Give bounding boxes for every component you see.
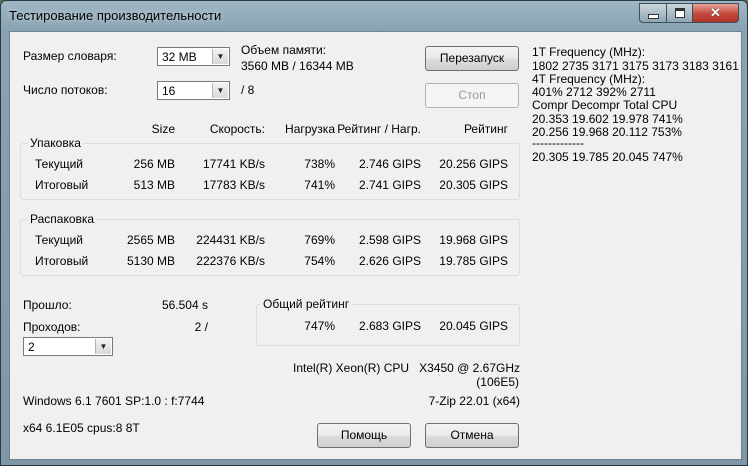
chevron-down-icon: ▼ — [95, 339, 111, 354]
rating-load-cell: 2.746 GIPS — [358, 157, 421, 171]
total-load: 747% — [304, 319, 335, 333]
speed-cell: 17783 KB/s — [202, 178, 265, 192]
rating-cell: 19.968 GIPS — [439, 233, 508, 247]
threads-select[interactable]: 16 ▼ — [157, 81, 230, 100]
dict-size-select[interactable]: 32 MB ▼ — [157, 47, 230, 66]
speed-cell: 222376 KB/s — [196, 254, 265, 268]
system-info: x64 6.1E05 cpus:8 8T — [23, 421, 140, 435]
row-label: Итоговый — [35, 178, 89, 192]
row-label: Текущий — [35, 157, 83, 171]
rating-load-cell: 2.598 GIPS — [358, 233, 421, 247]
threads-suffix: / 8 — [241, 83, 255, 97]
passes-label: Проходов: — [23, 320, 81, 334]
dict-size-value: 32 MB — [162, 50, 197, 64]
size-cell: 2565 MB — [126, 233, 175, 247]
rating-load-cell: 2.626 GIPS — [358, 254, 421, 268]
rating-cell: 20.256 GIPS — [439, 157, 508, 171]
maximize-button[interactable] — [666, 3, 693, 23]
threads-label: Число потоков: — [23, 83, 108, 97]
size-cell: 5130 MB — [126, 254, 175, 268]
log-line: ------------- — [532, 136, 584, 150]
total-rating-load: 2.683 GIPS — [358, 319, 421, 333]
row-label: Текущий — [35, 233, 83, 247]
elapsed-label: Прошло: — [23, 298, 72, 312]
cpu-model: X3450 @ 2.67GHz — [419, 361, 520, 375]
app-version: 7-Zip 22.01 (x64) — [428, 394, 520, 408]
memory-label: Объем памяти: — [241, 43, 327, 57]
benchmark-window: Тестирование производительности ✕ Размер… — [0, 0, 748, 466]
load-cell: 741% — [304, 178, 335, 192]
load-cell: 769% — [304, 233, 335, 247]
elapsed-value: 56.504 s — [161, 298, 208, 312]
col-size-header: Size — [151, 122, 175, 136]
minimize-icon — [647, 13, 659, 19]
row-label: Итоговый — [35, 254, 89, 268]
stop-button[interactable]: Стоп — [425, 83, 519, 108]
col-speed-header: Скорость: — [209, 122, 265, 136]
memory-value: 3560 MB / 16344 MB — [241, 59, 354, 73]
total-rating-title: Общий рейтинг — [261, 297, 352, 311]
speed-cell: 224431 KB/s — [196, 233, 265, 247]
minimize-button[interactable] — [639, 3, 667, 23]
window-title: Тестирование производительности — [9, 8, 222, 23]
help-button[interactable]: Помощь — [317, 423, 411, 448]
unpacking-title: Распаковка — [28, 212, 97, 226]
speed-cell: 17741 KB/s — [202, 157, 265, 171]
chevron-down-icon: ▼ — [212, 83, 228, 98]
cpu-name: Intel(R) Xeon(R) CPU — [293, 361, 410, 375]
threads-value: 16 — [162, 84, 176, 98]
rating-load-cell: 2.741 GIPS — [358, 178, 421, 192]
dict-size-label: Размер словаря: — [23, 49, 117, 63]
log-line: 1T Frequency (MHz): — [532, 45, 646, 59]
log-line: 1802 2735 3171 3175 3173 3183 3161 — [532, 59, 739, 73]
os-info: Windows 6.1 7601 SP:1.0 : f:7744 — [23, 394, 205, 408]
passes-select[interactable]: 2 ▼ — [23, 337, 113, 356]
close-button[interactable]: ✕ — [692, 3, 739, 23]
col-load-header: Нагрузка — [285, 122, 335, 136]
passes-value: 2 / — [194, 320, 208, 334]
log-line: 401% 2712 392% 2711 — [532, 85, 656, 99]
title-bar[interactable]: Тестирование производительности ✕ — [1, 1, 747, 31]
maximize-icon — [674, 8, 685, 18]
size-cell: 256 MB — [133, 157, 175, 171]
col-rating-header: Рейтинг — [463, 122, 508, 136]
cancel-button[interactable]: Отмена — [425, 423, 519, 448]
load-cell: 738% — [304, 157, 335, 171]
dialog-body: Размер словаря: 32 MB ▼ Число потоков: 1… — [9, 31, 742, 460]
log-line: 20.353 19.602 19.978 741% — [532, 112, 683, 126]
restart-button[interactable]: Перезапуск — [425, 46, 519, 71]
chevron-down-icon: ▼ — [212, 49, 228, 64]
rating-cell: 19.785 GIPS — [439, 254, 508, 268]
log-line: 4T Frequency (MHz): — [532, 72, 646, 86]
close-icon: ✕ — [710, 5, 721, 20]
cpu-id: (106E5) — [476, 375, 519, 389]
log-line: Compr Decompr Total CPU — [532, 98, 678, 112]
col-rating-load-header: Рейтинг / Нагр. — [337, 122, 421, 136]
rating-cell: 20.305 GIPS — [439, 178, 508, 192]
total-rating: 20.045 GIPS — [439, 319, 508, 333]
size-cell: 513 MB — [133, 178, 175, 192]
passes-select-value: 2 — [28, 340, 35, 354]
packing-title: Упаковка — [28, 136, 83, 150]
log-line: 20.305 19.785 20.045 747% — [532, 150, 683, 164]
load-cell: 754% — [304, 254, 335, 268]
